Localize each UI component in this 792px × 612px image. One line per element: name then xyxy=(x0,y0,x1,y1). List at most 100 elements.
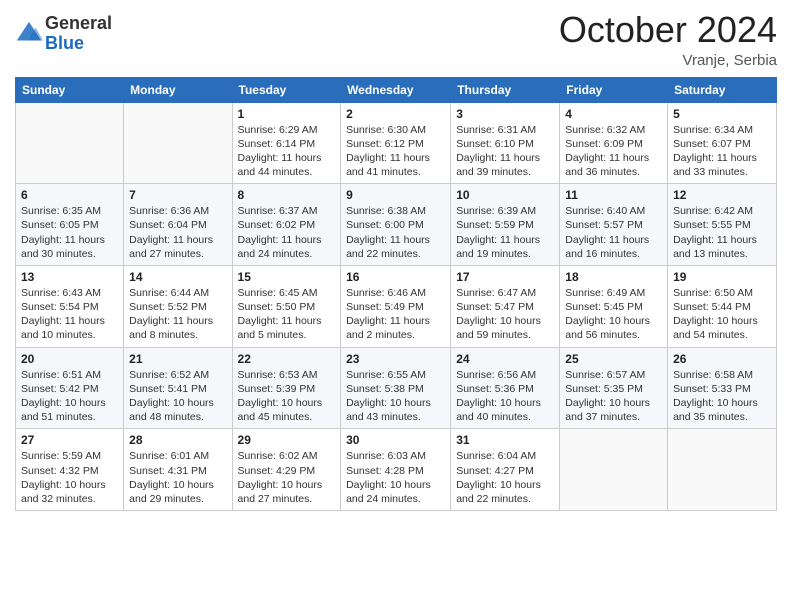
day-number: 29 xyxy=(238,433,336,447)
day-number: 18 xyxy=(565,270,662,284)
day-number: 19 xyxy=(673,270,771,284)
day-number: 28 xyxy=(129,433,226,447)
day-cell: 21 Sunrise: 6:52 AM Sunset: 5:41 PM Dayli… xyxy=(124,347,232,429)
day-number: 10 xyxy=(456,188,554,202)
day-info: Sunrise: 6:36 AM Sunset: 6:04 PM Dayligh… xyxy=(129,204,226,261)
day-info: Sunrise: 6:55 AM Sunset: 5:38 PM Dayligh… xyxy=(346,368,445,425)
logo: General Blue xyxy=(15,10,112,54)
day-number: 24 xyxy=(456,352,554,366)
day-number: 14 xyxy=(129,270,226,284)
day-cell: 26 Sunrise: 6:58 AM Sunset: 5:33 PM Dayli… xyxy=(668,347,777,429)
day-cell xyxy=(668,429,777,511)
day-info: Sunrise: 6:30 AM Sunset: 6:12 PM Dayligh… xyxy=(346,123,445,180)
day-number: 9 xyxy=(346,188,445,202)
day-cell: 20 Sunrise: 6:51 AM Sunset: 5:42 PM Dayli… xyxy=(16,347,124,429)
day-info: Sunrise: 6:57 AM Sunset: 5:35 PM Dayligh… xyxy=(565,368,662,425)
header: General Blue October 2024 Vranje, Serbia xyxy=(15,10,777,69)
day-header-thursday: Thursday xyxy=(451,77,560,102)
header-row: SundayMondayTuesdayWednesdayThursdayFrid… xyxy=(16,77,777,102)
day-number: 1 xyxy=(238,107,336,121)
calendar-table: SundayMondayTuesdayWednesdayThursdayFrid… xyxy=(15,77,777,511)
day-number: 20 xyxy=(21,352,118,366)
day-info: Sunrise: 6:40 AM Sunset: 5:57 PM Dayligh… xyxy=(565,204,662,261)
day-number: 5 xyxy=(673,107,771,121)
day-cell: 7 Sunrise: 6:36 AM Sunset: 6:04 PM Daylig… xyxy=(124,184,232,266)
day-number: 13 xyxy=(21,270,118,284)
logo-icon xyxy=(15,20,43,48)
day-info: Sunrise: 6:34 AM Sunset: 6:07 PM Dayligh… xyxy=(673,123,771,180)
day-cell: 9Sunrise: 6:38 AM Sunset: 6:00 PM Daylig… xyxy=(341,184,451,266)
day-cell xyxy=(16,102,124,184)
logo-text: General Blue xyxy=(45,14,112,54)
day-number: 26 xyxy=(673,352,771,366)
page: General Blue October 2024 Vranje, Serbia… xyxy=(0,0,792,526)
day-cell: 17Sunrise: 6:47 AM Sunset: 5:47 PM Dayli… xyxy=(451,265,560,347)
day-cell: 13Sunrise: 6:43 AM Sunset: 5:54 PM Dayli… xyxy=(16,265,124,347)
day-info: Sunrise: 6:01 AM Sunset: 4:31 PM Dayligh… xyxy=(129,449,226,506)
day-cell: 11Sunrise: 6:40 AM Sunset: 5:57 PM Dayli… xyxy=(560,184,668,266)
day-info: Sunrise: 6:31 AM Sunset: 6:10 PM Dayligh… xyxy=(456,123,554,180)
title-block: October 2024 Vranje, Serbia xyxy=(559,10,777,69)
week-row-1: 1 Sunrise: 6:29 AM Sunset: 6:14 PM Daylig… xyxy=(16,102,777,184)
day-number: 4 xyxy=(565,107,662,121)
day-cell: 25 Sunrise: 6:57 AM Sunset: 5:35 PM Dayli… xyxy=(560,347,668,429)
day-number: 3 xyxy=(456,107,554,121)
day-info: Sunrise: 6:03 AM Sunset: 4:28 PM Dayligh… xyxy=(346,449,445,506)
day-info: Sunrise: 6:29 AM Sunset: 6:14 PM Dayligh… xyxy=(238,123,336,180)
day-info: Sunrise: 6:47 AM Sunset: 5:47 PM Dayligh… xyxy=(456,286,554,343)
day-cell: 31 Sunrise: 6:04 AM Sunset: 4:27 PM Dayli… xyxy=(451,429,560,511)
day-info: Sunrise: 6:51 AM Sunset: 5:42 PM Dayligh… xyxy=(21,368,118,425)
day-header-tuesday: Tuesday xyxy=(232,77,341,102)
day-number: 16 xyxy=(346,270,445,284)
day-number: 22 xyxy=(238,352,336,366)
day-info: Sunrise: 6:49 AM Sunset: 5:45 PM Dayligh… xyxy=(565,286,662,343)
day-info: Sunrise: 6:52 AM Sunset: 5:41 PM Dayligh… xyxy=(129,368,226,425)
day-number: 25 xyxy=(565,352,662,366)
day-cell: 10 Sunrise: 6:39 AM Sunset: 5:59 PM Dayli… xyxy=(451,184,560,266)
day-cell: 4 Sunrise: 6:32 AM Sunset: 6:09 PM Daylig… xyxy=(560,102,668,184)
day-header-friday: Friday xyxy=(560,77,668,102)
day-info: Sunrise: 6:02 AM Sunset: 4:29 PM Dayligh… xyxy=(238,449,336,506)
day-cell: 5 Sunrise: 6:34 AM Sunset: 6:07 PM Daylig… xyxy=(668,102,777,184)
day-number: 7 xyxy=(129,188,226,202)
day-cell: 23 Sunrise: 6:55 AM Sunset: 5:38 PM Dayli… xyxy=(341,347,451,429)
day-cell: 8Sunrise: 6:37 AM Sunset: 6:02 PM Daylig… xyxy=(232,184,341,266)
day-number: 30 xyxy=(346,433,445,447)
day-info: Sunrise: 6:44 AM Sunset: 5:52 PM Dayligh… xyxy=(129,286,226,343)
week-row-3: 13Sunrise: 6:43 AM Sunset: 5:54 PM Dayli… xyxy=(16,265,777,347)
day-header-monday: Monday xyxy=(124,77,232,102)
day-cell: 24Sunrise: 6:56 AM Sunset: 5:36 PM Dayli… xyxy=(451,347,560,429)
day-info: Sunrise: 6:04 AM Sunset: 4:27 PM Dayligh… xyxy=(456,449,554,506)
day-cell: 22 Sunrise: 6:53 AM Sunset: 5:39 PM Dayli… xyxy=(232,347,341,429)
day-cell xyxy=(560,429,668,511)
day-number: 27 xyxy=(21,433,118,447)
day-cell: 19 Sunrise: 6:50 AM Sunset: 5:44 PM Dayli… xyxy=(668,265,777,347)
day-info: Sunrise: 6:39 AM Sunset: 5:59 PM Dayligh… xyxy=(456,204,554,261)
day-cell: 18 Sunrise: 6:49 AM Sunset: 5:45 PM Dayli… xyxy=(560,265,668,347)
day-info: Sunrise: 6:53 AM Sunset: 5:39 PM Dayligh… xyxy=(238,368,336,425)
day-number: 15 xyxy=(238,270,336,284)
day-cell: 6Sunrise: 6:35 AM Sunset: 6:05 PM Daylig… xyxy=(16,184,124,266)
day-cell: 15Sunrise: 6:45 AM Sunset: 5:50 PM Dayli… xyxy=(232,265,341,347)
day-info: Sunrise: 6:58 AM Sunset: 5:33 PM Dayligh… xyxy=(673,368,771,425)
day-number: 2 xyxy=(346,107,445,121)
day-number: 21 xyxy=(129,352,226,366)
day-cell: 2 Sunrise: 6:30 AM Sunset: 6:12 PM Daylig… xyxy=(341,102,451,184)
day-number: 6 xyxy=(21,188,118,202)
day-info: Sunrise: 6:50 AM Sunset: 5:44 PM Dayligh… xyxy=(673,286,771,343)
day-info: Sunrise: 6:42 AM Sunset: 5:55 PM Dayligh… xyxy=(673,204,771,261)
week-row-5: 27Sunrise: 5:59 AM Sunset: 4:32 PM Dayli… xyxy=(16,429,777,511)
location: Vranje, Serbia xyxy=(559,52,777,69)
day-cell: 28 Sunrise: 6:01 AM Sunset: 4:31 PM Dayli… xyxy=(124,429,232,511)
day-number: 8 xyxy=(238,188,336,202)
week-row-2: 6Sunrise: 6:35 AM Sunset: 6:05 PM Daylig… xyxy=(16,184,777,266)
day-number: 31 xyxy=(456,433,554,447)
day-cell: 12Sunrise: 6:42 AM Sunset: 5:55 PM Dayli… xyxy=(668,184,777,266)
day-cell: 3 Sunrise: 6:31 AM Sunset: 6:10 PM Daylig… xyxy=(451,102,560,184)
day-info: Sunrise: 6:32 AM Sunset: 6:09 PM Dayligh… xyxy=(565,123,662,180)
day-header-sunday: Sunday xyxy=(16,77,124,102)
day-number: 23 xyxy=(346,352,445,366)
day-header-wednesday: Wednesday xyxy=(341,77,451,102)
day-cell: 16Sunrise: 6:46 AM Sunset: 5:49 PM Dayli… xyxy=(341,265,451,347)
day-cell: 27Sunrise: 5:59 AM Sunset: 4:32 PM Dayli… xyxy=(16,429,124,511)
